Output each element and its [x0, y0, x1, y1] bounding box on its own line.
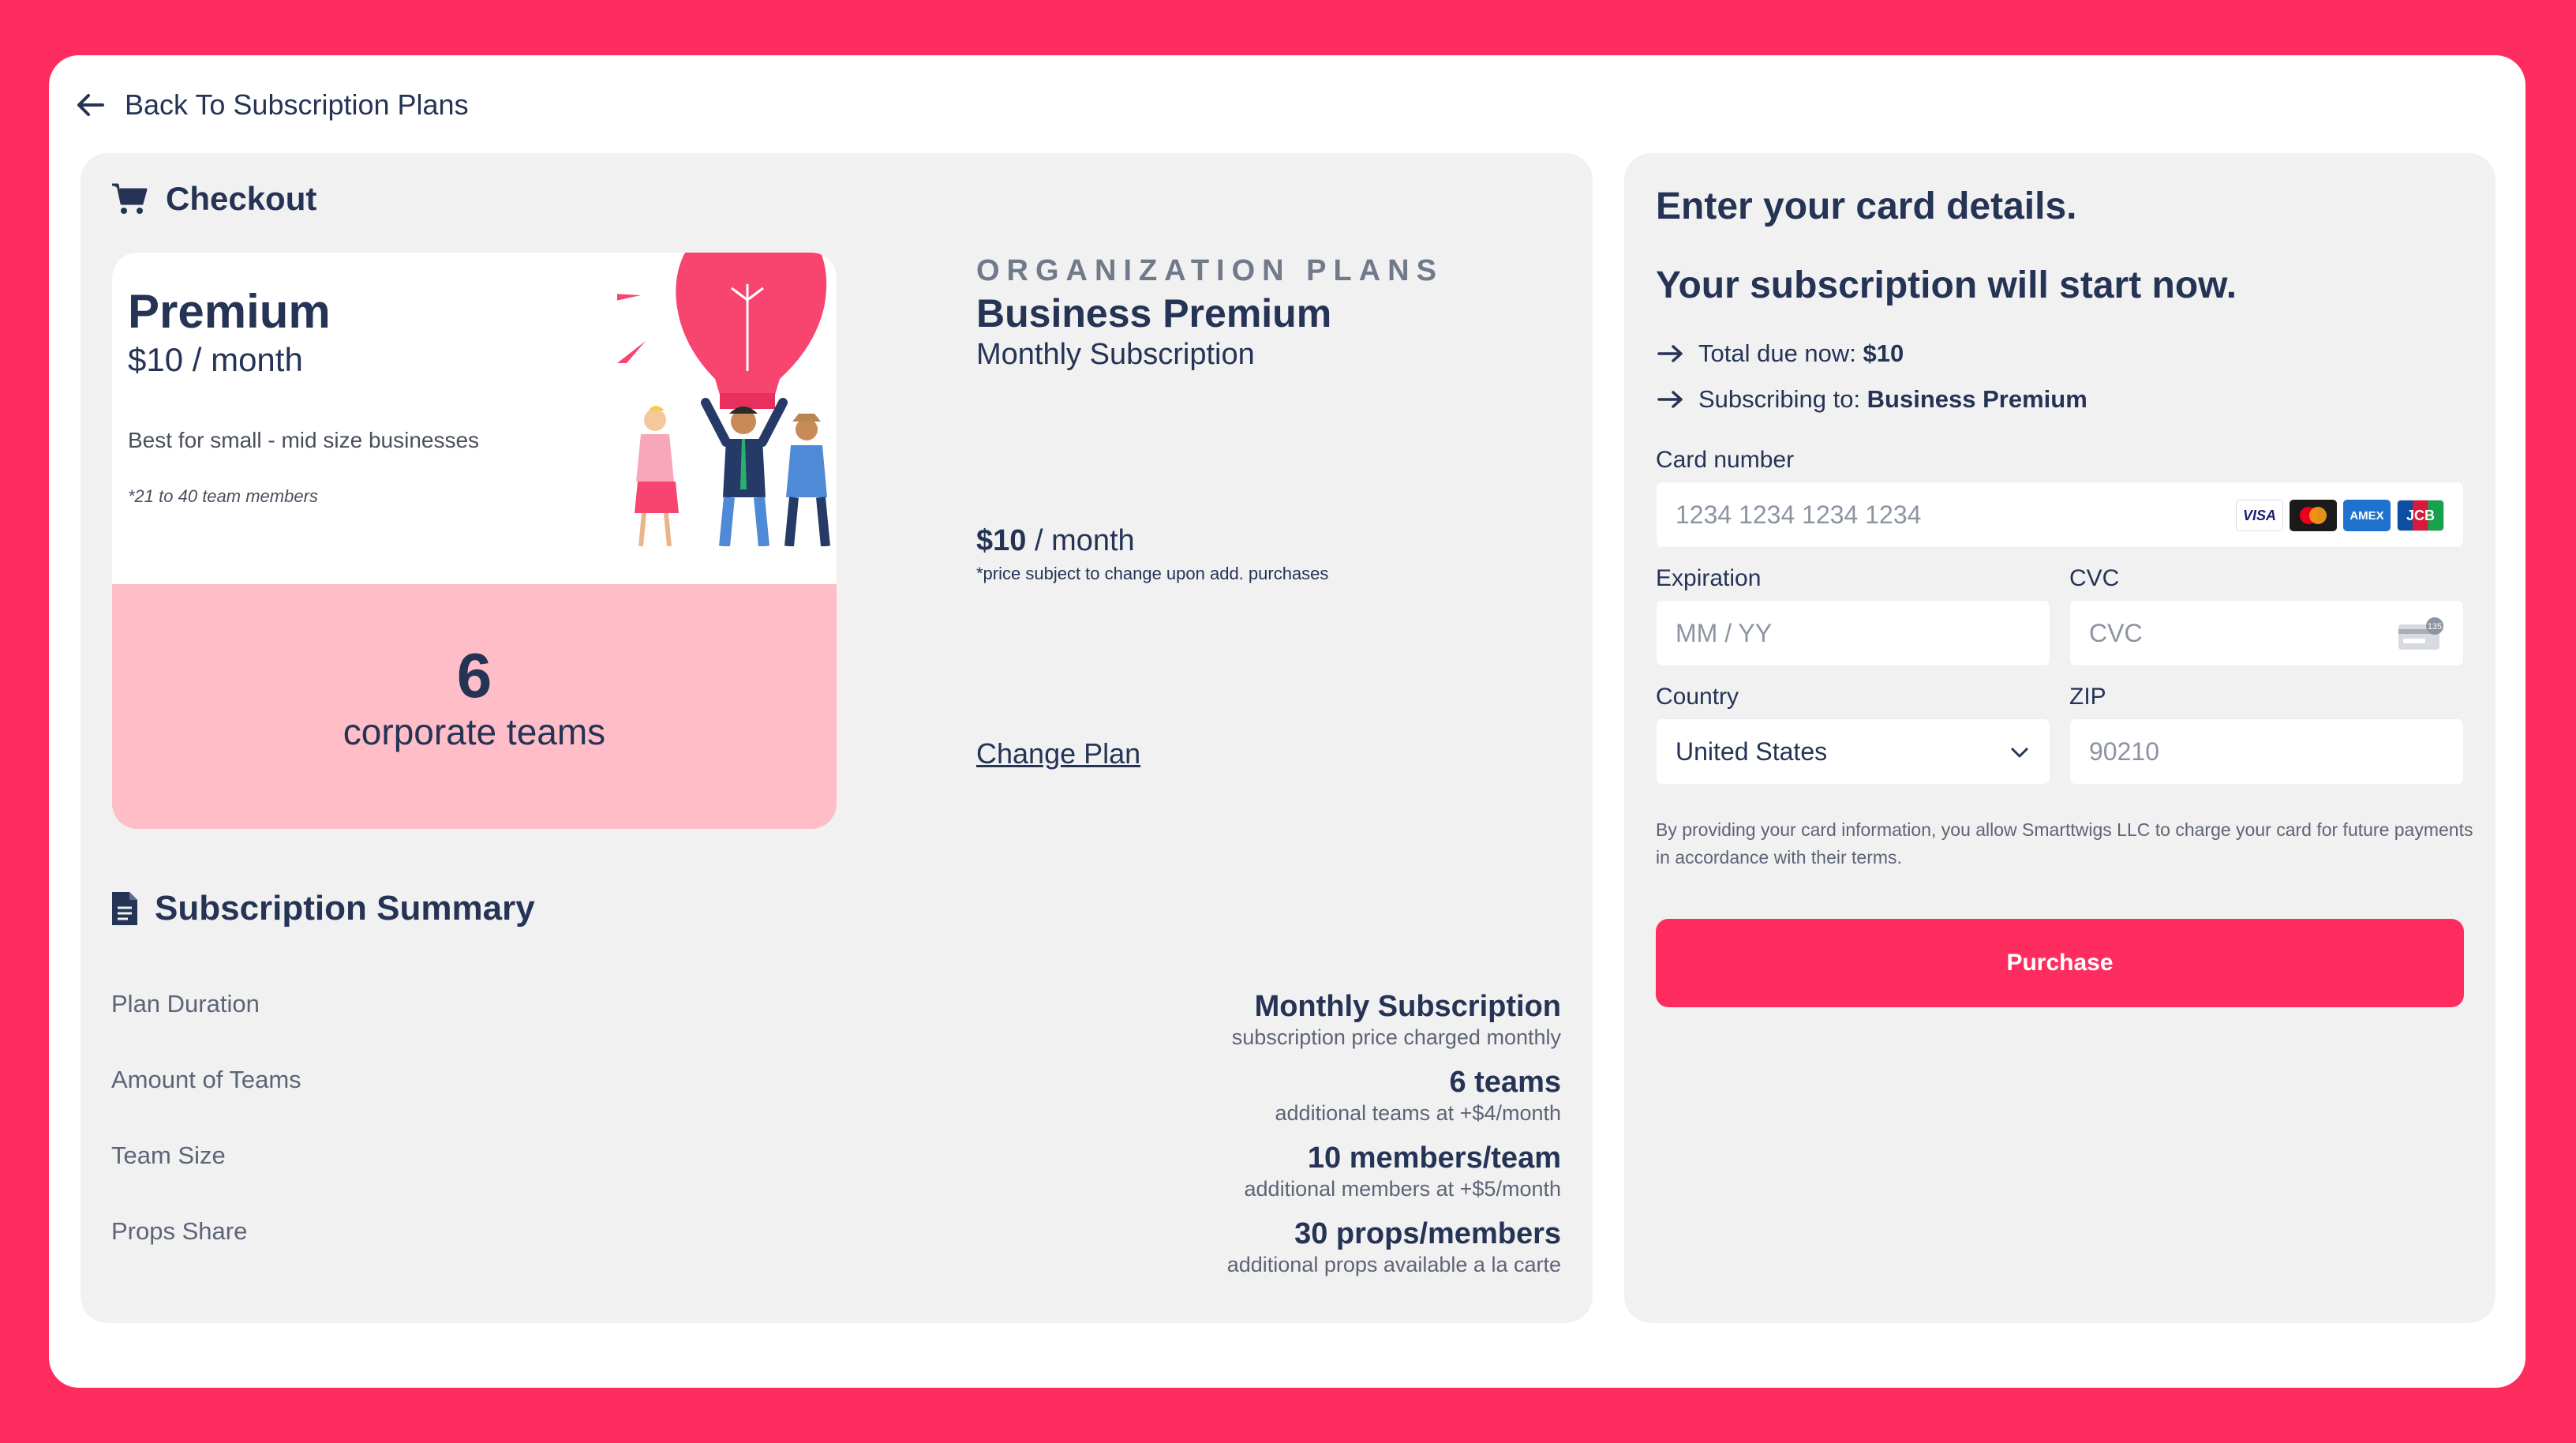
summary-label-amount-of-teams: Amount of Teams: [111, 1066, 301, 1093]
cvc-label: CVC: [2069, 565, 2120, 591]
team-label: corporate teams: [343, 711, 606, 752]
plan-note: *21 to 40 team members: [128, 486, 318, 506]
mastercard-icon: [2290, 500, 2337, 531]
summary-label-team-size: Team Size: [111, 1141, 226, 1169]
cart-icon: [112, 183, 148, 214]
summary-value: 6 teams: [1449, 1066, 1561, 1099]
total-due-label: Total due now:: [1698, 339, 1863, 367]
plan-card-top: Premium $10 / month Best for small - mid…: [112, 253, 837, 584]
summary-value-plan-duration: Monthly Subscription subscription price …: [1232, 988, 1561, 1050]
checkout-title: Checkout: [166, 180, 317, 217]
amex-icon: AMEX: [2343, 500, 2391, 531]
back-label: Back To Subscription Plans: [125, 88, 469, 121]
org-plans-eyebrow: ORGANIZATION PLANS: [976, 254, 1443, 287]
expiration-label: Expiration: [1656, 565, 1762, 591]
org-plan-name: Business Premium: [976, 291, 1332, 335]
org-price-note: *price subject to change upon add. purch…: [976, 564, 1329, 583]
summary-value: 30 props/members: [1294, 1217, 1561, 1250]
plan-description: Best for small - mid size businesses: [128, 428, 480, 452]
document-icon: [112, 892, 137, 925]
zip-label: ZIP: [2069, 684, 2106, 710]
visa-icon: VISA: [2236, 500, 2283, 531]
card-number-label: Card number: [1656, 447, 1795, 473]
org-plan-subscription: Monthly Subscription: [976, 338, 1255, 371]
total-due-value: $10: [1863, 339, 1904, 367]
card-terms-text: By providing your card information, you …: [1656, 819, 2473, 868]
subscription-start-heading: Your subscription will start now.: [1656, 264, 2237, 306]
summary-value: Monthly Subscription: [1254, 990, 1561, 1023]
org-price-unit: / month: [1026, 524, 1135, 557]
zip-input[interactable]: 90210: [2069, 718, 2464, 785]
cvc-icon-text: 135: [2428, 622, 2442, 632]
country-value: United States: [1676, 736, 1828, 766]
card-number-input[interactable]: 1234 1234 1234 1234 VISA AMEX JCB: [1656, 482, 2464, 548]
plan-price: $10 / month: [128, 341, 303, 378]
total-due-line: Total due now: $10: [1657, 339, 1904, 368]
subscribing-to-line: Subscribing to: Business Premium: [1657, 385, 2087, 414]
checkout-header: Checkout: [110, 180, 316, 218]
change-plan-link[interactable]: Change Plan: [976, 737, 1140, 770]
chevron-down-icon: [2011, 748, 2028, 758]
subscribing-to-value: Business Premium: [1866, 385, 2087, 413]
card-details-heading: Enter your card details.: [1656, 186, 2077, 227]
summary-subtext: additional props available a la carte: [1226, 1253, 1561, 1276]
arrow-right-icon: [1657, 345, 1683, 362]
cvc-input[interactable]: CVC 135: [2069, 600, 2464, 666]
subscribing-to-label: Subscribing to:: [1698, 385, 1867, 413]
cvc-card-icon: 135: [2398, 617, 2443, 650]
lightbulb-team-illustration: [617, 253, 830, 546]
plan-name: Premium: [128, 285, 331, 338]
country-select[interactable]: United States: [1656, 718, 2050, 785]
org-plan-price: $10 / month: [976, 524, 1135, 558]
summary-value: 10 members/team: [1307, 1141, 1561, 1175]
country-label: Country: [1656, 684, 1739, 710]
summary-subtext: additional teams at +$4/month: [1275, 1101, 1561, 1125]
card-brand-logos: VISA AMEX JCB: [2236, 500, 2444, 531]
summary-label-plan-duration: Plan Duration: [111, 990, 260, 1018]
cvc-placeholder: CVC: [2089, 618, 2143, 647]
summary-subtext: subscription price charged monthly: [1231, 1025, 1561, 1049]
summary-subtext: additional members at +$5/month: [1244, 1177, 1561, 1201]
arrow-left-icon: [77, 94, 104, 116]
summary-value-amount-of-teams: 6 teams additional teams at +$4/month: [1275, 1064, 1561, 1126]
plan-card: Premium $10 / month Best for small - mid…: [112, 253, 837, 829]
arrow-right-icon: [1657, 391, 1683, 408]
summary-title: Subscription Summary: [155, 889, 535, 928]
zip-placeholder: 90210: [2089, 736, 2159, 766]
back-link[interactable]: Back To Subscription Plans: [76, 85, 469, 125]
expiration-input[interactable]: MM / YY: [1656, 600, 2050, 666]
expiration-placeholder: MM / YY: [1676, 618, 1773, 647]
summary-value-props-share: 30 props/members additional props availa…: [1227, 1216, 1561, 1277]
summary-value-team-size: 10 members/team additional members at +$…: [1245, 1140, 1561, 1201]
purchase-button[interactable]: Purchase: [1656, 919, 2464, 1007]
jcb-icon: JCB: [2397, 500, 2444, 531]
team-count: 6: [456, 640, 492, 710]
org-price-amount: $10: [976, 524, 1027, 557]
card-number-placeholder: 1234 1234 1234 1234: [1676, 500, 1922, 529]
summary-label-props-share: Props Share: [111, 1217, 248, 1245]
summary-header: Subscription Summary: [110, 889, 535, 928]
